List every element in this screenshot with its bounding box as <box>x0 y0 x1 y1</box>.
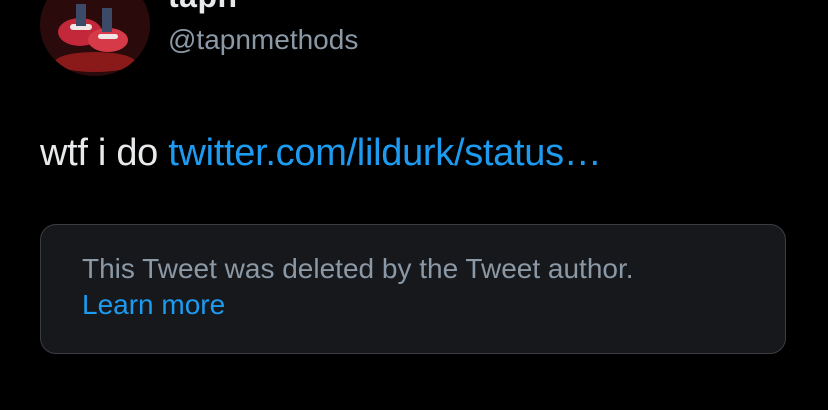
more-options-button[interactable] <box>752 0 792 12</box>
learn-more-link[interactable]: Learn more <box>82 289 225 321</box>
author-handle[interactable]: @tapnmethods <box>168 24 358 56</box>
author-avatar[interactable] <box>40 0 150 76</box>
quoted-tweet-card[interactable]: This Tweet was deleted by the Tweet auth… <box>40 224 786 354</box>
author-display-name[interactable]: tapn <box>168 0 238 15</box>
tweet-link[interactable]: twitter.com/lildurk/status… <box>168 132 602 174</box>
avatar-image <box>40 0 150 76</box>
tweet-text: wtf i do twitter.com/lildurk/status… <box>40 132 602 175</box>
deleted-tweet-message: This Tweet was deleted by the Tweet auth… <box>82 253 634 284</box>
tweet-text-body: wtf i do <box>40 132 169 174</box>
tweet-view: tapn @tapnmethods wtf i do twitter.com/l… <box>0 0 828 410</box>
